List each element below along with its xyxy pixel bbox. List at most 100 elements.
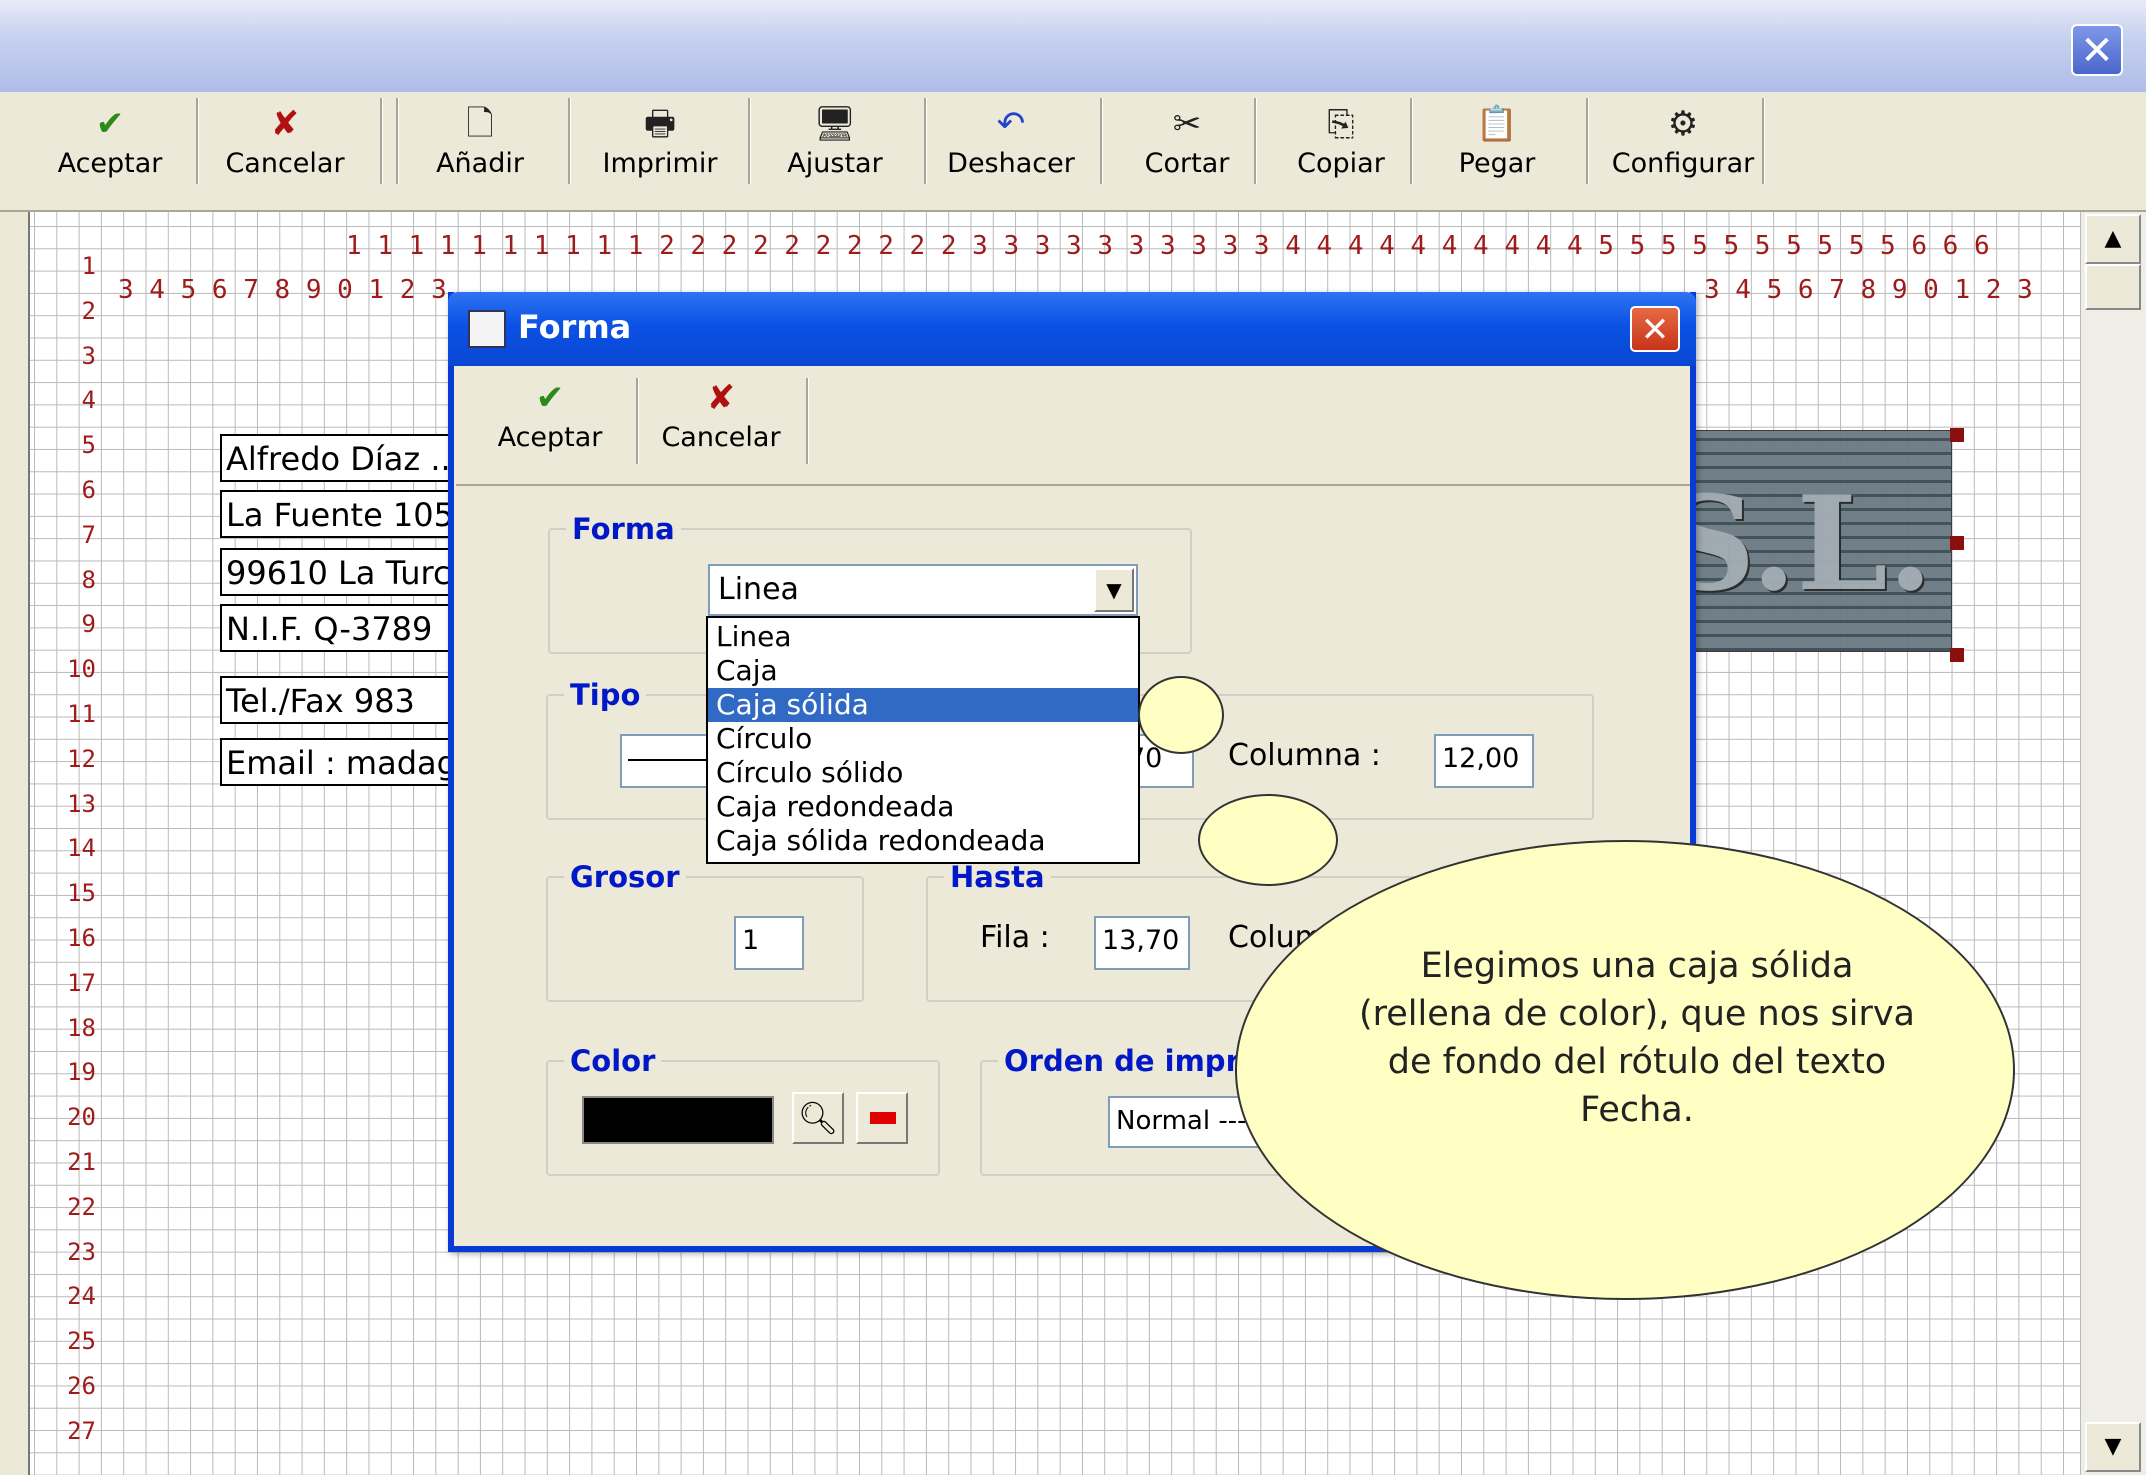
dialog-title: Forma [518,308,632,346]
cancel-label: Cancelar [225,148,345,179]
cross-icon: ✘ [270,104,300,144]
vertical-scrollbar[interactable]: ▲ ▼ [2080,212,2146,1475]
left-ruler-row: 13 [67,789,96,818]
left-ruler-row: 6 [81,476,96,504]
option-caja[interactable]: Caja [708,654,1138,688]
toolbar-separator [396,98,399,184]
dialog-close-button[interactable]: ✕ [1630,306,1680,352]
resize-handle[interactable] [1950,428,1964,442]
dialog-toolbar-divider [456,484,1690,486]
scroll-down-button[interactable]: ▼ [2085,1422,2141,1472]
shape-type-select[interactable]: Linea ▼ [708,564,1138,616]
left-ruler-row: 22 [67,1192,96,1221]
arrow-down-icon: ▼ [2104,1434,2122,1459]
left-ruler-row: 19 [67,1058,96,1087]
print-label: Imprimir [602,148,718,179]
close-icon: ✕ [1640,310,1670,350]
top-ruler-units-left: 3 4 5 6 7 8 9 0 1 2 3 [118,275,447,305]
company-logo-image[interactable]: S.L. [1662,430,1952,652]
hasta-fila-input[interactable]: 13,70 [1094,916,1190,970]
add-button[interactable]: 🗋 Añadir [410,98,550,198]
dialog-cancel-label: Cancelar [661,422,781,453]
main-toolbar: ✔ Aceptar ✘ Cancelar 🗋 Añadir 🖶 Imprimir… [0,92,2146,212]
option-caja-solida[interactable]: Caja sólida [708,688,1138,722]
cross-icon: ✘ [706,378,736,418]
cut-button[interactable]: ✂ Cortar [1112,98,1262,198]
window-titlebar [0,0,2146,93]
shape-type-dropdown[interactable]: Linea Caja Caja sólida Círculo Círculo s… [706,616,1140,864]
scroll-thumb[interactable] [2085,264,2141,310]
copy-button[interactable]: ⎘ Copiar [1266,98,1416,198]
color-swatch[interactable] [582,1096,774,1144]
left-ruler-row: 16 [67,924,96,952]
logo-text: S.L. [1661,467,1933,620]
toolbar-separator [196,98,199,184]
hasta-group-label: Hasta [944,860,1051,894]
dialog-cancel-button[interactable]: ✘ Cancelar [656,372,786,472]
report-field-nif[interactable]: N.I.F. Q-3789 [220,604,470,652]
close-icon: ✕ [2080,28,2114,74]
report-field-address[interactable]: La Fuente 105 [220,490,470,538]
undo-button[interactable]: ↶ Deshacer [936,98,1086,198]
paste-button[interactable]: 📋 Pegar [1422,98,1572,198]
grosor-group [546,876,864,1002]
dialog-window-icon [468,310,506,348]
toolbar-separator [1586,98,1589,184]
dialog-toolbar-separator [636,378,639,464]
configure-label: Configurar [1611,148,1755,179]
grosor-group-label: Grosor [564,860,686,894]
report-field-email[interactable]: Email : madago [220,738,470,786]
dialog-accept-button[interactable]: ✔ Aceptar [490,372,610,472]
window-close-button[interactable]: ✕ [2071,24,2123,76]
report-field-phone[interactable]: Tel./Fax 983 [220,676,470,724]
dialog-titlebar: Forma [448,292,1696,366]
option-caja-redondeada[interactable]: Caja redondeada [708,790,1138,824]
configure-button[interactable]: ⚙ Configurar [1598,98,1768,198]
dialog-toolbar-separator [806,378,809,464]
left-ruler-row: 21 [67,1148,96,1176]
left-ruler-row: 4 [81,386,96,415]
toolbar-separator [380,98,383,184]
monitor-icon: 🖥 [813,104,857,144]
report-field-city[interactable]: 99610 La Turc [220,548,470,596]
option-linea[interactable]: Linea [708,620,1138,654]
orden-group-label: Orden de impre [998,1044,1266,1078]
option-circulo[interactable]: Círculo [708,722,1138,756]
shape-type-value: Linea [718,572,799,607]
report-field-name[interactable]: Alfredo Díaz ... [220,434,470,482]
toolbar-separator [1762,98,1765,184]
option-circulo-solido[interactable]: Círculo sólido [708,756,1138,790]
scissors-icon: ✂ [1172,104,1202,144]
hasta-fila-label: Fila : [980,920,1050,955]
cancel-button[interactable]: ✘ Cancelar [210,98,360,198]
color-picker-button[interactable]: 🔍︎ [792,1092,844,1144]
arrow-up-icon: ▲ [2104,226,2122,251]
toolbar-separator [748,98,751,184]
undo-label: Deshacer [947,148,1075,179]
gear-icon: ⚙ [1667,104,1699,144]
left-ruler-row: 27 [67,1416,96,1445]
check-icon: ✔ [535,378,565,418]
left-ruler-row: 12 [67,744,96,773]
print-button[interactable]: 🖶 Imprimir [580,98,740,198]
resize-handle[interactable] [1950,536,1964,550]
resize-handle[interactable] [1950,648,1964,662]
left-ruler-row: 5 [81,431,96,460]
paste-label: Pegar [1458,148,1536,179]
accept-label: Aceptar [57,148,163,179]
cut-label: Cortar [1144,148,1230,179]
adjust-label: Ajustar [787,148,883,179]
tipo-group-label: Tipo [564,678,647,712]
left-ruler-row: 18 [67,1013,96,1042]
scroll-up-button[interactable]: ▲ [2085,214,2141,264]
grosor-input[interactable]: 1 [734,916,804,970]
toolbar-separator [1254,98,1257,184]
accept-button[interactable]: ✔ Aceptar [40,98,180,198]
canvas-left-border [0,212,30,1475]
color-clear-button[interactable] [856,1092,908,1144]
chevron-down-icon[interactable]: ▼ [1094,568,1134,612]
option-caja-solida-redondeada[interactable]: Caja sólida redondeada [708,824,1138,858]
desde-columna-input[interactable]: 12,00 [1434,734,1534,788]
adjust-button[interactable]: 🖥 Ajustar [760,98,910,198]
toolbar-separator [1100,98,1103,184]
